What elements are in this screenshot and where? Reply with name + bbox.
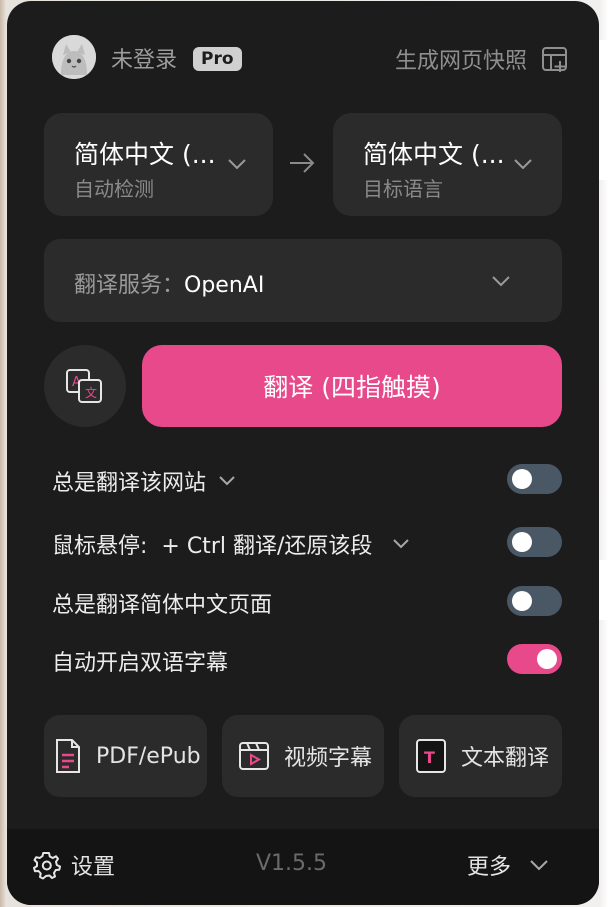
option-label-group: 鼠标悬停: + Ctrl 翻译/还原该段 bbox=[52, 528, 410, 560]
translate-popup-panel: 未登录 Pro 生成网页快照 简体中文 (... 自动检测 简体中文 (... … bbox=[7, 1, 599, 905]
tool-label: 视频字幕 bbox=[284, 746, 373, 771]
chevron-down-icon bbox=[530, 860, 548, 871]
settings-label: 设置 bbox=[71, 855, 116, 880]
service-label: 翻译服务： bbox=[74, 273, 185, 298]
arrow-right-icon bbox=[290, 153, 315, 173]
option-label: 鼠标悬停: + Ctrl 翻译/还原该段 bbox=[52, 534, 373, 559]
service-value: OpenAI bbox=[184, 273, 265, 298]
toggle-switch[interactable] bbox=[507, 464, 562, 494]
option-label: 总是翻译该网站 bbox=[52, 471, 207, 496]
chevron-down-icon bbox=[514, 159, 532, 170]
video-subtitle-button[interactable]: 视频字幕 bbox=[222, 715, 384, 797]
option-row-bilingual-subtitles[interactable]: 自动开启双语字幕 bbox=[52, 639, 562, 679]
option-label-group: 总是翻译该网站 bbox=[52, 465, 236, 497]
target-language-hint: 目标语言 bbox=[363, 177, 443, 201]
option-label: 总是翻译简体中文页面 bbox=[52, 593, 273, 618]
more-button[interactable]: 更多 bbox=[467, 849, 549, 881]
svg-text:T: T bbox=[424, 748, 435, 767]
target-language-select[interactable]: 简体中文 (... 目标语言 bbox=[333, 113, 562, 216]
toggle-switch[interactable] bbox=[507, 586, 562, 616]
settings-button[interactable]: 设置 bbox=[31, 849, 115, 881]
text-translate-icon: T bbox=[416, 739, 446, 773]
video-subtitle-icon bbox=[239, 742, 269, 770]
gear-icon bbox=[33, 852, 61, 880]
chevron-down-icon[interactable] bbox=[392, 538, 410, 550]
more-label: 更多 bbox=[466, 855, 511, 880]
pro-badge[interactable]: Pro bbox=[193, 47, 242, 71]
source-language-hint: 自动检测 bbox=[74, 177, 154, 201]
text-translate-button[interactable]: T 文本翻译 bbox=[399, 715, 562, 797]
option-label-group: 总是翻译简体中文页面 bbox=[52, 587, 272, 619]
login-status[interactable]: 未登录 bbox=[111, 42, 177, 74]
chevron-down-icon bbox=[492, 276, 510, 287]
option-row-always-translate-site[interactable]: 总是翻译该网站 bbox=[52, 459, 562, 499]
option-row-always-translate-language[interactable]: 总是翻译简体中文页面 bbox=[52, 581, 562, 621]
version-label: V1.5.5 bbox=[256, 851, 328, 876]
snapshot-label: 生成网页快照 bbox=[394, 49, 527, 74]
toggle-switch[interactable] bbox=[507, 527, 562, 557]
source-language-value: 简体中文 (... bbox=[74, 140, 216, 169]
translation-service-select[interactable]: 翻译服务：OpenAI bbox=[44, 239, 562, 322]
language-translate-icon: A 文 bbox=[66, 369, 102, 403]
toggle-knob bbox=[512, 469, 532, 489]
toggle-knob bbox=[537, 649, 557, 669]
translate-button[interactable]: 翻译 (四指触摸) bbox=[142, 345, 562, 427]
translate-page-toggle-button[interactable]: A 文 bbox=[44, 345, 126, 427]
service-label-group: 翻译服务：OpenAI bbox=[74, 267, 264, 299]
chevron-down-icon bbox=[228, 159, 246, 170]
toggle-switch[interactable] bbox=[507, 644, 562, 674]
avatar[interactable] bbox=[52, 35, 96, 79]
toggle-knob bbox=[512, 532, 532, 552]
tool-label: 文本翻译 bbox=[461, 746, 550, 771]
chevron-down-icon[interactable] bbox=[218, 475, 236, 487]
tool-label: PDF/ePub bbox=[96, 743, 201, 769]
pdf-epub-button[interactable]: PDF/ePub bbox=[44, 715, 207, 797]
option-row-hover-translate[interactable]: 鼠标悬停: + Ctrl 翻译/还原该段 bbox=[52, 522, 562, 562]
option-label: 自动开启双语字幕 bbox=[52, 651, 229, 676]
snapshot-icon bbox=[542, 47, 567, 72]
footer-bar: 设置 V1.5.5 更多 bbox=[7, 829, 599, 905]
toggle-knob bbox=[512, 591, 532, 611]
option-label-group: 自动开启双语字幕 bbox=[52, 645, 228, 677]
snapshot-button[interactable]: 生成网页快照 bbox=[395, 41, 569, 77]
cat-avatar-icon bbox=[52, 35, 96, 79]
source-language-select[interactable]: 简体中文 (... 自动检测 bbox=[44, 113, 273, 216]
document-icon bbox=[56, 739, 80, 773]
svg-text:文: 文 bbox=[85, 385, 97, 400]
target-language-value: 简体中文 (... bbox=[363, 140, 505, 169]
